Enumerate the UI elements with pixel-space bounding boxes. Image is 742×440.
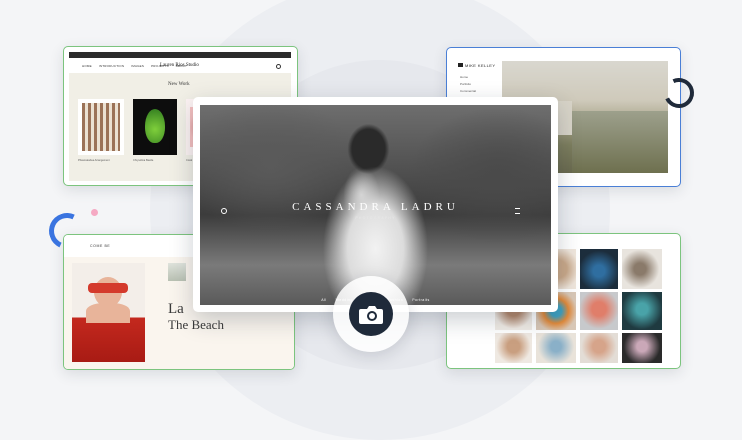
kelley-menu-item[interactable]: Home bbox=[460, 75, 476, 79]
cassandra-nav-item[interactable]: All bbox=[321, 298, 326, 302]
beach-brand[interactable]: COME BE bbox=[90, 244, 110, 248]
beach-side-photo[interactable] bbox=[168, 263, 186, 281]
portrait-photo[interactable] bbox=[495, 333, 532, 363]
beach-hero-photo[interactable] bbox=[72, 263, 145, 362]
studio-brand[interactable]: Lauren Rios Studio bbox=[160, 63, 199, 68]
camera-icon bbox=[359, 306, 383, 324]
portrait-photo[interactable] bbox=[622, 333, 662, 363]
cassandra-title[interactable]: CASSANDRA LADRU bbox=[193, 201, 558, 213]
decorative-pink-dot bbox=[91, 209, 98, 216]
kelley-menu-item[interactable]: Portfolio bbox=[460, 82, 476, 86]
menu-icon[interactable] bbox=[515, 208, 520, 214]
portrait-photo[interactable] bbox=[536, 333, 576, 363]
camera-badge[interactable] bbox=[349, 292, 393, 336]
section-title: New Work bbox=[168, 82, 190, 87]
product-title[interactable]: Phasmatodea Arrangement bbox=[78, 159, 110, 162]
cassandra-subtitle: PHOTOGRAPHY bbox=[355, 216, 396, 220]
portrait-photo[interactable] bbox=[580, 292, 618, 330]
beach-headline-line2: The Beach bbox=[168, 317, 224, 332]
cassandra-nav-item[interactable]: Portraits bbox=[412, 298, 430, 302]
studio-nav-item[interactable]: HOME bbox=[82, 64, 92, 68]
product-title[interactable]: Chrysolina Beetle bbox=[133, 159, 153, 162]
portrait-photo[interactable] bbox=[622, 249, 662, 289]
kelley-menu-item[interactable]: Commercial bbox=[460, 89, 476, 93]
portrait-photo[interactable] bbox=[580, 249, 618, 289]
beach-headline-line1: La bbox=[168, 301, 184, 317]
product-image-phasmatodea[interactable] bbox=[78, 99, 124, 155]
product-image-green-beetle[interactable] bbox=[133, 99, 177, 155]
portrait-photo[interactable] bbox=[580, 333, 618, 363]
studio-nav-item[interactable]: INTRODUCTION bbox=[99, 64, 124, 68]
search-icon[interactable] bbox=[221, 208, 227, 214]
search-icon[interactable] bbox=[276, 64, 281, 69]
kelley-logo-icon bbox=[458, 63, 463, 67]
kelley-brand[interactable]: MIKE KELLEY bbox=[465, 63, 495, 68]
portrait-photo[interactable] bbox=[622, 292, 662, 330]
studio-nav-item[interactable]: IMAGES bbox=[131, 64, 144, 68]
